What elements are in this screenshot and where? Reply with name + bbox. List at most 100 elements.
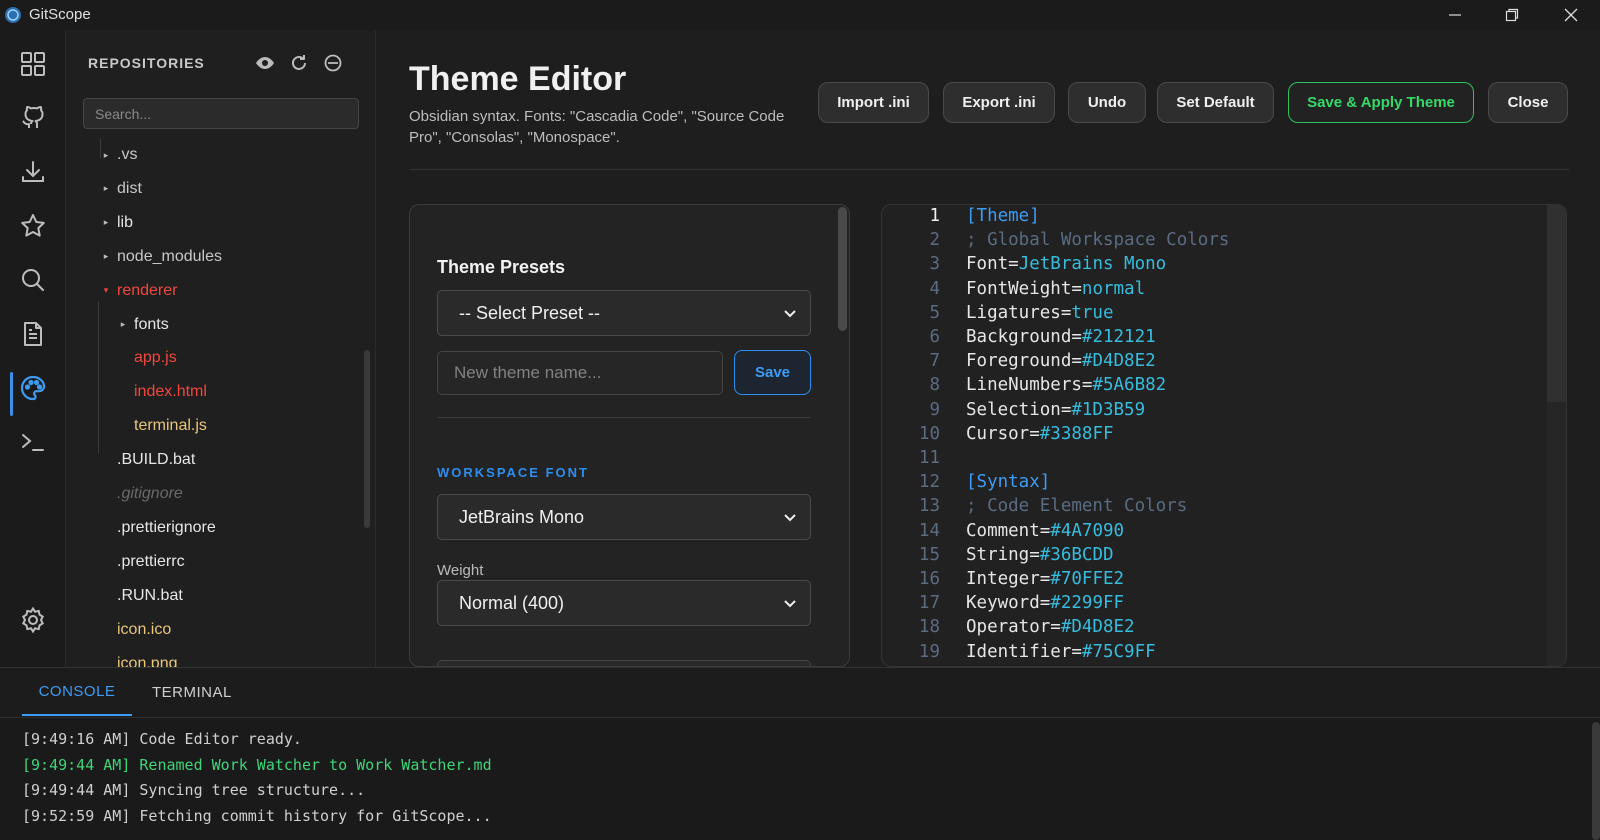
- activity-terminal[interactable]: [17, 426, 49, 458]
- tree-item-label: terminal.js: [134, 417, 207, 435]
- tree-item[interactable]: icon.ico: [95, 613, 171, 647]
- eye-icon: [256, 57, 274, 69]
- tree-item[interactable]: index.html: [112, 375, 207, 409]
- toggle-visibility-button[interactable]: [254, 52, 276, 74]
- code-line: Operator=#D4D8E2: [966, 617, 1135, 637]
- tree-item[interactable]: ▸ dist: [95, 172, 142, 206]
- line-number: 12: [918, 472, 940, 493]
- preset-select[interactable]: -- Select Preset --: [437, 290, 811, 336]
- weight-select[interactable]: Normal (400): [437, 580, 811, 626]
- restore-icon: [1505, 8, 1519, 22]
- tree-item-label: .vs: [117, 146, 138, 163]
- line-number: 10: [918, 423, 940, 444]
- activity-documents[interactable]: [17, 318, 49, 350]
- code-token: LineNumbers=: [966, 375, 1093, 396]
- tree-item[interactable]: .prettierrc: [95, 545, 185, 579]
- code-token: #4A7090: [1050, 520, 1125, 541]
- tree-item[interactable]: ▾ renderer: [95, 274, 178, 308]
- close-editor-button[interactable]: Close: [1488, 82, 1568, 123]
- line-number: 11: [918, 448, 940, 468]
- code-token: Keyword=: [966, 593, 1051, 614]
- font-select[interactable]: JetBrains Mono: [437, 494, 811, 540]
- weight-select-value: Normal (400): [459, 592, 565, 613]
- sidebar-scrollbar[interactable]: [364, 350, 370, 528]
- code-token: [Theme]: [966, 206, 1040, 226]
- chevron-right-icon: ▸: [103, 251, 109, 262]
- theme-settings-panel: Theme Presets -- Select Preset -- Save W…: [409, 204, 850, 667]
- tree-item[interactable]: .gitignore: [95, 477, 183, 511]
- import-ini-button[interactable]: Import .ini: [818, 82, 929, 123]
- collapse-all-button[interactable]: [322, 52, 344, 74]
- title-bar: GitScope: [0, 0, 1600, 30]
- code-token: Identifier=: [966, 641, 1082, 662]
- ini-code-editor[interactable]: 1 [Theme] 2 ; Global Workspace Colors 3 Font=…: [881, 204, 1567, 667]
- new-theme-name-input[interactable]: [437, 351, 723, 395]
- code-line: Identifier=#75C9FF: [966, 642, 1156, 662]
- repository-search-input[interactable]: [83, 98, 359, 129]
- line-number: 2: [929, 230, 940, 251]
- activity-bar: [0, 30, 66, 667]
- tree-item[interactable]: ▸ node_modules: [95, 240, 222, 274]
- tab-terminal[interactable]: TERMINAL: [152, 668, 232, 716]
- tree-item[interactable]: app.js: [112, 341, 177, 375]
- tree-item[interactable]: .prettierignore: [95, 511, 216, 545]
- tree-item[interactable]: ▸ fonts: [112, 308, 169, 342]
- activity-theme[interactable]: [17, 372, 49, 404]
- chevron-right-icon: ▸: [103, 217, 109, 228]
- line-number: 8: [929, 375, 940, 396]
- editor-scrollbar-thumb[interactable]: [1547, 205, 1566, 402]
- window-close-button[interactable]: [1548, 0, 1594, 30]
- activity-github[interactable]: [17, 102, 49, 134]
- set-default-button[interactable]: Set Default: [1157, 82, 1274, 123]
- restore-button[interactable]: [1489, 0, 1535, 30]
- download-icon: [22, 161, 44, 182]
- minimize-button[interactable]: [1432, 0, 1478, 30]
- console-log-line: [9:49:16 AM] Code Editor ready.: [22, 730, 302, 748]
- line-number: 13: [918, 496, 940, 517]
- code-token: #3388FF: [1039, 423, 1114, 444]
- activity-search[interactable]: [17, 264, 49, 296]
- workspace-font-heading: WORKSPACE FONT: [437, 465, 589, 480]
- panel-scrollbar[interactable]: [838, 207, 847, 331]
- main-area: Theme Editor Obsidian syntax. Fonts: "Ca…: [377, 30, 1600, 667]
- tab-console[interactable]: CONSOLE: [22, 668, 132, 716]
- repository-sidebar: REPOSITORIES ▸ .vs ▸ dist ▸ lib ▸ node_modules ▾…: [66, 30, 376, 667]
- activity-settings[interactable]: [17, 604, 49, 636]
- line-number: 19: [918, 641, 940, 662]
- console-scrollbar[interactable]: [1592, 722, 1600, 840]
- code-token: normal: [1081, 278, 1146, 299]
- tree-item-label: fonts: [134, 315, 169, 333]
- tree-item[interactable]: ▸ lib: [95, 206, 133, 240]
- tree-item-label: icon.png: [117, 654, 178, 668]
- tree-item[interactable]: .RUN.bat: [95, 579, 183, 613]
- code-line: ; Global Workspace Colors: [966, 230, 1229, 250]
- save-apply-theme-button[interactable]: Save & Apply Theme: [1288, 82, 1474, 123]
- code-line: Keyword=#2299FF: [966, 593, 1124, 613]
- chevron-down-icon: [784, 514, 796, 522]
- export-ini-button[interactable]: Export .ini: [943, 82, 1055, 123]
- tree-item[interactable]: .BUILD.bat: [95, 443, 195, 477]
- code-line: String=#36BCDD: [966, 545, 1114, 565]
- tree-item-label: .prettierrc: [117, 552, 185, 570]
- tree-item[interactable]: ▸ .vs: [95, 138, 138, 172]
- tree-item-label: index.html: [134, 383, 207, 401]
- tree-item-label: .RUN.bat: [117, 586, 183, 604]
- tree-item[interactable]: terminal.js: [112, 409, 207, 443]
- close-icon: [1564, 8, 1578, 22]
- tree-item[interactable]: icon.png: [95, 647, 178, 668]
- activity-dashboard[interactable]: [17, 48, 49, 80]
- refresh-button[interactable]: [288, 52, 310, 74]
- code-line: Foreground=#D4D8E2: [966, 351, 1156, 371]
- code-token: ; Global Workspace Colors: [966, 230, 1230, 251]
- undo-button[interactable]: Undo: [1068, 82, 1146, 123]
- code-token: JetBrains Mono: [1018, 254, 1167, 275]
- line-number: 16: [918, 569, 940, 589]
- page-title: Theme Editor: [409, 60, 627, 98]
- code-token: Foreground=: [966, 351, 1082, 372]
- activity-favorites[interactable]: [17, 210, 49, 242]
- dashboard-icon: [21, 52, 45, 76]
- save-preset-button[interactable]: Save: [734, 350, 811, 395]
- activity-download[interactable]: [17, 156, 49, 188]
- console-log-line: [9:49:44 AM] Syncing tree structure...: [22, 781, 366, 799]
- active-indicator: [10, 372, 13, 416]
